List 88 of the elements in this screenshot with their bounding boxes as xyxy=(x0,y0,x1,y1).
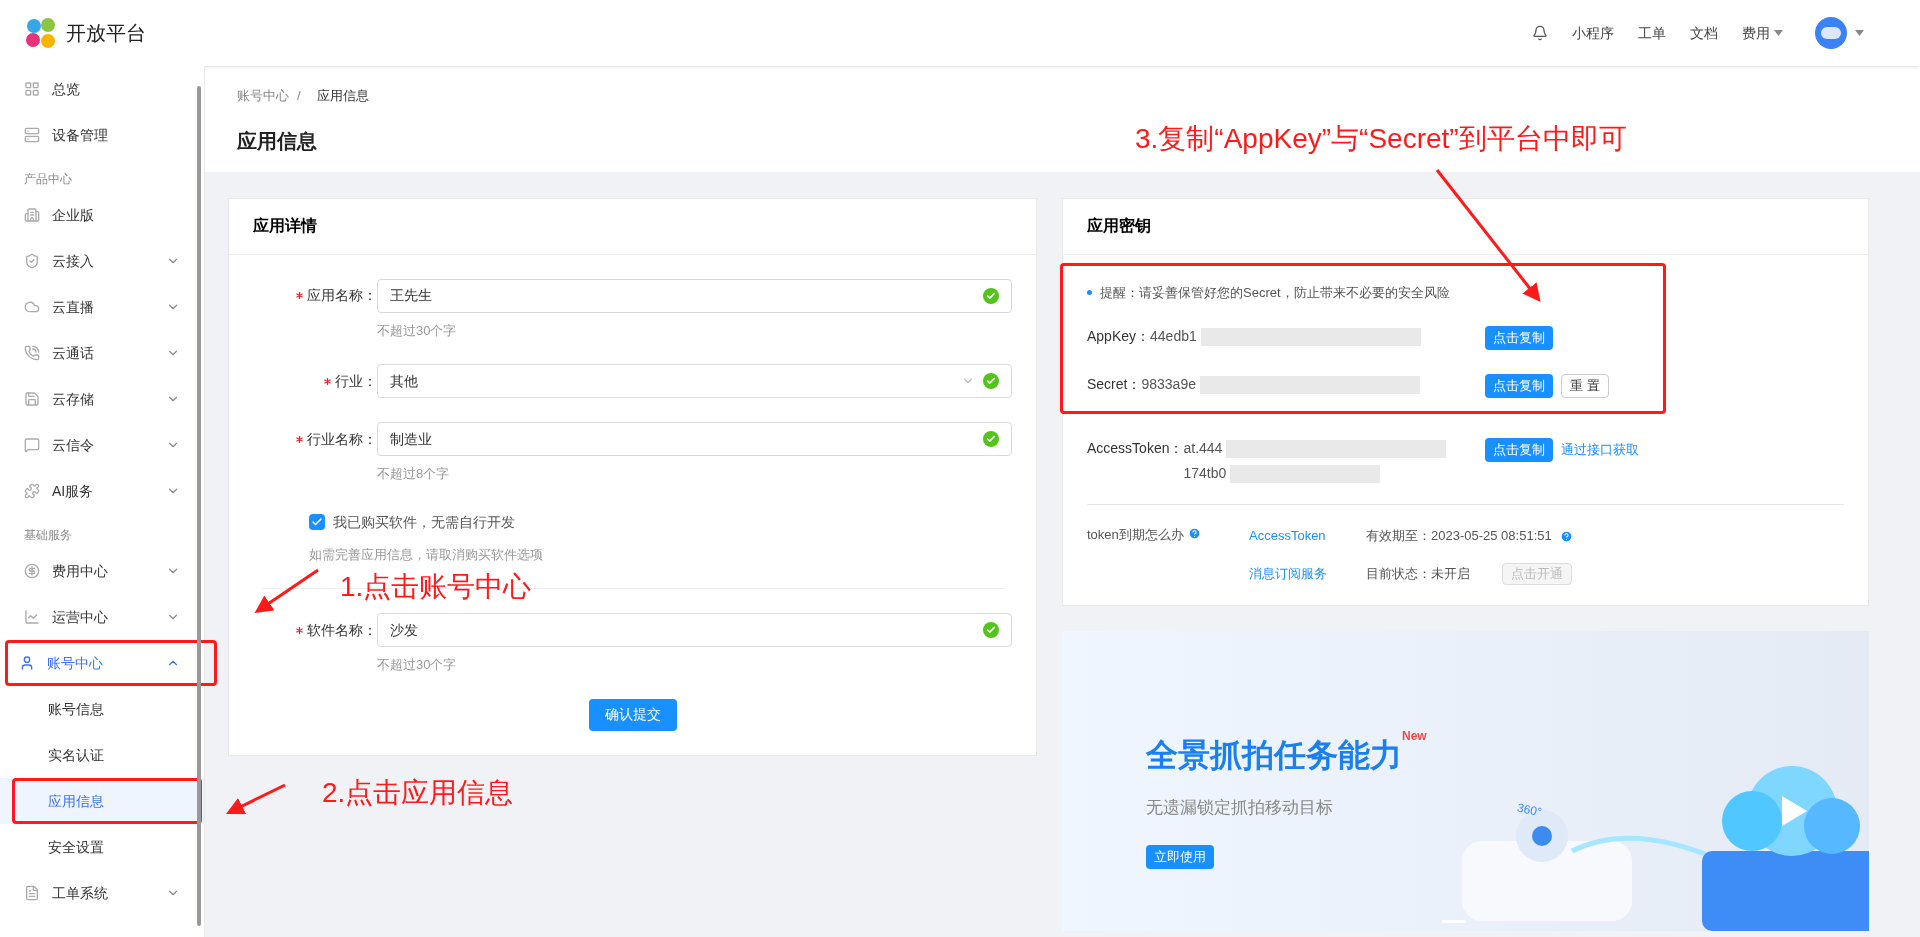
checkbox-label: 我已购买软件，无需自行开发 xyxy=(333,512,515,532)
required-asterisk-icon xyxy=(296,435,303,443)
annotation-text: 2.点击应用信息 xyxy=(322,776,514,810)
breadcrumb-separator: / xyxy=(297,87,301,105)
check-icon xyxy=(311,516,323,528)
select-field[interactable]: 其他 xyxy=(377,364,1012,398)
puzzle-icon xyxy=(24,483,40,499)
key-value: 9833a9e xyxy=(1141,375,1196,394)
rotation-label: 360° xyxy=(1515,799,1544,822)
field-label: 软件名称： xyxy=(307,620,377,640)
avatar[interactable] xyxy=(1815,17,1847,49)
document-icon xyxy=(24,885,40,901)
nav-link[interactable]: 费用 xyxy=(1742,22,1770,44)
sidebar-item[interactable]: 工单系统 xyxy=(0,870,204,916)
field-hint: 不超过8个字 xyxy=(377,465,451,483)
cloud-icon xyxy=(24,299,40,315)
field-hint: 不超过30个字 xyxy=(377,321,458,340)
banner-subtitle: 无遗漏锁定抓拍移动目标 xyxy=(1146,797,1334,819)
notice-text: 提醒：请妥善保管好您的Secret，防止带来不必要的安全风险 xyxy=(1100,283,1450,302)
input-field[interactable]: 王先生 xyxy=(377,278,1012,313)
status-text: 目前状态：未开启 xyxy=(1366,565,1470,584)
server-icon xyxy=(24,127,40,143)
breadcrumb-link[interactable]: 账号中心 xyxy=(237,86,289,106)
phone-icon xyxy=(24,345,40,361)
caret-icon xyxy=(1855,30,1864,36)
sidebar-section-label: 基础服务 xyxy=(23,527,73,544)
sidebar-item[interactable]: 云通话 xyxy=(0,330,204,376)
field-label: 行业： xyxy=(335,371,377,391)
building-icon xyxy=(24,207,40,223)
coin-icon xyxy=(24,563,40,579)
sidebar-item[interactable]: 云存储 xyxy=(0,376,204,422)
logo-text: 开放平台 xyxy=(66,21,146,46)
key-value: 44edb1 xyxy=(1150,327,1197,346)
annotation-arrow xyxy=(254,568,319,614)
field-label: 行业名称： xyxy=(307,429,377,449)
annotation-arrow xyxy=(225,783,286,815)
sidebar-item[interactable]: 总览 xyxy=(0,66,204,112)
nav-link[interactable]: 小程序 xyxy=(1572,22,1614,44)
shield-icon xyxy=(24,253,40,269)
bell-icon[interactable] xyxy=(1532,25,1548,41)
user-icon xyxy=(19,655,35,671)
annotation-text: 1.点击账号中心 xyxy=(340,570,532,604)
new-label: New xyxy=(1402,728,1427,745)
sidebar-subitem[interactable]: 账号信息 xyxy=(0,686,204,732)
sidebar-subitem[interactable]: 实名认证 xyxy=(0,732,204,778)
card-title: 应用密钥 xyxy=(1063,198,1868,255)
key-label: AccessToken： xyxy=(1087,439,1184,458)
input-field[interactable]: 制造业 xyxy=(377,422,1012,456)
sidebar-item[interactable]: AI服务 xyxy=(0,468,204,514)
page-title: 应用信息 xyxy=(237,128,317,154)
field-label: 应用名称： xyxy=(307,286,377,305)
key-label: Secret： xyxy=(1087,375,1142,394)
key-value: 174tb0 xyxy=(1183,464,1227,483)
sidebar-item[interactable]: 云直播 xyxy=(0,284,204,330)
checkbox-note: 如需完善应用信息，请取消购买软件选项 xyxy=(309,545,544,564)
breadcrumb-current: 应用信息 xyxy=(316,87,369,105)
card-title: 应用详情 xyxy=(229,198,1036,255)
key-value: at.444 xyxy=(1183,439,1223,458)
grid-icon xyxy=(24,81,40,97)
required-asterisk-icon xyxy=(296,626,303,634)
sidebar-item[interactable]: 运营中心 xyxy=(0,594,204,640)
checkbox[interactable] xyxy=(309,514,325,530)
nav-link[interactable]: 文档 xyxy=(1690,22,1718,44)
line-chart-icon xyxy=(24,609,40,625)
required-asterisk-icon xyxy=(296,292,303,299)
caret-icon xyxy=(1774,30,1783,36)
logo-icon xyxy=(24,16,58,50)
sidebar-item[interactable]: 费用中心 xyxy=(0,548,204,594)
sidebar-item[interactable]: 云信令 xyxy=(0,422,204,468)
key-label: AppKey： xyxy=(1087,327,1151,346)
field-hint: 不超过30个字 xyxy=(377,656,458,674)
required-asterisk-icon xyxy=(324,377,331,385)
sidebar-item[interactable]: 云接入 xyxy=(0,238,204,284)
chat-bubble-icon xyxy=(24,437,40,453)
sidebar-item[interactable]: 设备管理 xyxy=(0,112,204,158)
sidebar-item[interactable]: 企业版 xyxy=(0,192,204,238)
input-field[interactable]: 沙发 xyxy=(377,613,1012,647)
reset-button[interactable]: 重 置 xyxy=(1561,374,1609,398)
sidebar-subitem[interactable]: 安全设置 xyxy=(0,824,204,870)
sidebar-section-label: 产品中心 xyxy=(23,171,73,188)
help-icon[interactable] xyxy=(1559,529,1573,543)
nav-link[interactable]: 工单 xyxy=(1638,22,1666,44)
sidebar-item[interactable]: 账号中心 xyxy=(8,643,214,683)
banner-title: 全景抓拍任务能力 xyxy=(1146,736,1402,775)
help-label: token到期怎么办 xyxy=(1087,526,1184,544)
annotation-text: 3.复制“AppKey”与“Secret”到平台中即可 xyxy=(1135,122,1627,156)
help-icon[interactable] xyxy=(1187,527,1201,540)
status-text: 有效期至：2023-05-25 08:51:51 xyxy=(1366,527,1552,546)
